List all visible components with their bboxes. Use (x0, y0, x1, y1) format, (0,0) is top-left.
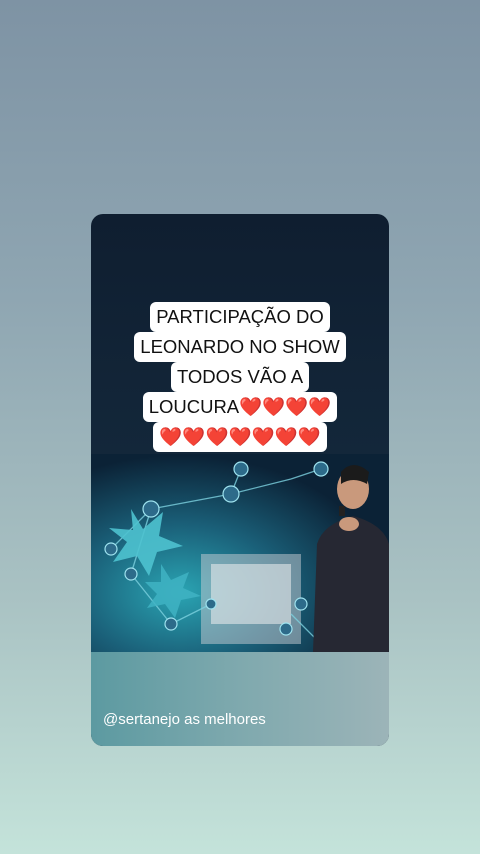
caption-line-4: LOUCURA❤️❤️❤️❤️ (142, 392, 338, 422)
caption-line-4-text: LOUCURA (148, 396, 240, 417)
story-card[interactable]: PARTICIPAÇÃO DO LEONARDO NO SHOW TODOS V… (91, 214, 389, 746)
bottom-strip (91, 652, 389, 746)
heart-icons-row: ❤️❤️❤️❤️❤️❤️❤️ (153, 422, 327, 452)
stage-scene-illustration (104, 461, 389, 652)
caption-line-3: TODOS VÃO A (170, 362, 310, 392)
caption-line-2: LEONARDO NO SHOW (134, 332, 346, 362)
account-handle[interactable]: @sertanejo as melhores (103, 711, 266, 728)
caption-block: PARTICIPAÇÃO DO LEONARDO NO SHOW TODOS V… (91, 302, 389, 452)
heart-icons: ❤️❤️❤️❤️ (239, 396, 332, 417)
singer-figure (313, 465, 389, 652)
video-frame[interactable] (91, 454, 389, 652)
caption-line-1: PARTICIPAÇÃO DO (150, 302, 330, 332)
